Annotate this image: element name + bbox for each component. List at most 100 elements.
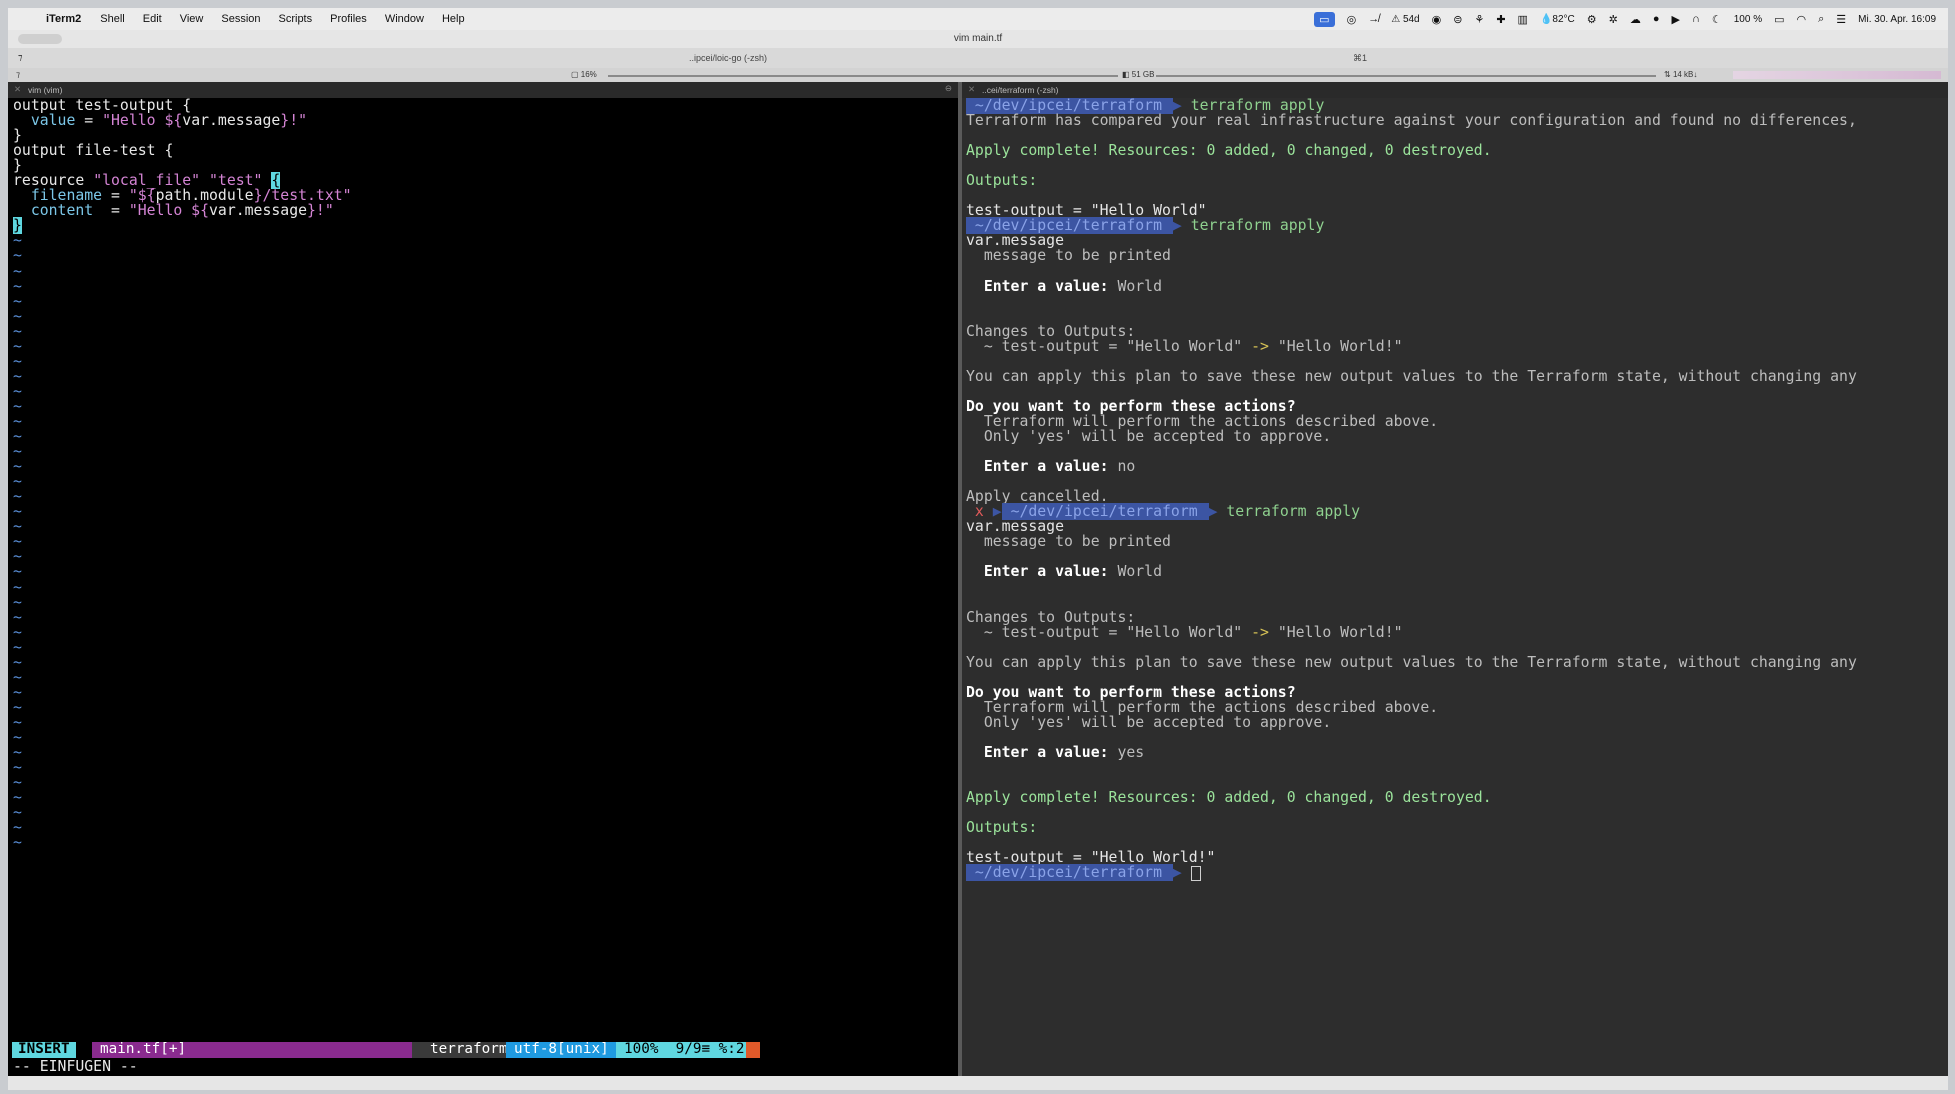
- input-value: no: [1117, 458, 1136, 476]
- status-gauges: ⁊ ▢ 16% ◧ 51 GB ⇅ 14 kB↓: [8, 68, 1948, 82]
- gear-alt-icon[interactable]: ⚙: [1587, 13, 1597, 26]
- empty-line-marker: ~: [13, 548, 22, 566]
- menu-item-window[interactable]: Window: [385, 13, 424, 25]
- code-line: filename = "${path.module}/test.txt": [8, 188, 958, 203]
- terminal-line: ~ test-output = "Hello World" -> "Hello …: [962, 339, 1948, 354]
- right-pane-header: ✕ ..cei/terraform (-zsh): [962, 82, 1948, 99]
- terminal-line: Terraform will perform the actions descr…: [962, 700, 1948, 715]
- terminal-line: Only 'yes' will be accepted to approve.: [962, 715, 1948, 730]
- empty-line-marker: ~: [13, 458, 22, 476]
- output-text: Outputs:: [966, 172, 1038, 190]
- input-label: Enter a value:: [966, 458, 1118, 476]
- output-text: Outputs:: [966, 819, 1038, 837]
- pane-menu-icon[interactable]: ⊖: [945, 83, 952, 94]
- wifi-icon[interactable]: ◠: [1797, 13, 1807, 26]
- spotify-icon[interactable]: ●: [1653, 13, 1660, 25]
- record-icon[interactable]: ◉: [1432, 13, 1442, 26]
- code-token: var.message: [182, 112, 281, 130]
- left-pane-header: ✕ vim (vim) ⊖: [8, 82, 958, 99]
- arrow-icon[interactable]: ↛: [1368, 13, 1379, 25]
- close-icon[interactable]: ✕: [968, 84, 975, 95]
- settings-icon[interactable]: ✲: [1609, 13, 1618, 26]
- empty-line-marker: ~: [13, 488, 22, 506]
- creative-cloud-icon[interactable]: ◎: [1347, 13, 1357, 26]
- empty-line-marker: ~: [13, 698, 22, 716]
- terminal-pane[interactable]: ~/dev/ipcei/terraform ▶ terraform apply T…: [962, 98, 1948, 1076]
- control-center-icon[interactable]: ☰: [1836, 13, 1846, 26]
- menu-item-scripts[interactable]: Scripts: [279, 13, 313, 25]
- menu-item-shell[interactable]: Shell: [100, 13, 124, 25]
- code-line: output file-test {: [8, 143, 958, 158]
- temperature-status[interactable]: 💧82°C: [1540, 14, 1575, 25]
- search-icon[interactable]: ⌕: [1818, 13, 1824, 26]
- battery-meter-icon[interactable]: ▥: [1518, 13, 1528, 26]
- empty-line-marker: ~: [13, 728, 22, 746]
- menu-item-help[interactable]: Help: [442, 13, 465, 25]
- vim-mode: INSERT: [12, 1041, 76, 1058]
- plus-icon[interactable]: ✚: [1496, 13, 1505, 26]
- battery-icon[interactable]: ▭: [1774, 13, 1784, 26]
- terminal-line: Terraform has compared your real infrast…: [962, 113, 1948, 128]
- battery-percent[interactable]: 100 %: [1734, 14, 1762, 25]
- menu-item-edit[interactable]: Edit: [143, 13, 162, 25]
- moon-icon[interactable]: ☾: [1712, 13, 1722, 26]
- empty-line-marker: ~: [13, 503, 22, 521]
- code-token: value: [13, 112, 76, 130]
- empty-line-marker: ~: [13, 759, 22, 777]
- change-text: "Hello World!": [1268, 623, 1403, 641]
- input-value: yes: [1117, 744, 1145, 762]
- play-icon[interactable]: ▶: [1672, 13, 1680, 26]
- empty-line-marker: ~: [13, 382, 22, 400]
- left-pane-title: vim (vim): [28, 85, 63, 95]
- code-line: }: [8, 128, 958, 143]
- input-value: World: [1117, 277, 1162, 295]
- empty-line-marker: ~: [13, 623, 22, 641]
- menu-item-profiles[interactable]: Profiles: [330, 13, 367, 25]
- code-token: =: [93, 202, 129, 220]
- prompt-path: ~/dev/ipcei/terraform: [966, 864, 1173, 882]
- cloud-icon[interactable]: ☁: [1630, 13, 1641, 26]
- terminal-line: Changes to Outputs:: [962, 610, 1948, 625]
- close-icon[interactable]: ✕: [14, 84, 21, 95]
- empty-line-marker: ~: [13, 774, 22, 792]
- empty-line-marker: ~: [13, 668, 22, 686]
- empty-line-marker: ~: [13, 638, 22, 656]
- code-line: resource "local_file" "test" {: [8, 172, 958, 190]
- headphones-icon[interactable]: ∩: [1692, 13, 1700, 25]
- menu-item-view[interactable]: View: [180, 13, 204, 25]
- menu-item-session[interactable]: Session: [221, 13, 260, 25]
- code-line: }: [8, 158, 958, 173]
- terminal-cursor[interactable]: [1190, 865, 1201, 881]
- terminal-line: x ▶ ~/dev/ipcei/terraform ▶ terraform ap…: [962, 503, 1948, 521]
- balloon-icon[interactable]: ⚘: [1474, 13, 1484, 26]
- terminal-line: Do you want to perform these actions?: [962, 399, 1948, 414]
- empty-line-marker: ~: [13, 683, 22, 701]
- terminal-line: Do you want to perform these actions?: [962, 685, 1948, 700]
- vim-pane[interactable]: output test-output { value = "Hello ${va…: [8, 98, 958, 1076]
- tab-title[interactable]: ..ipcei/loic-go (-zsh): [8, 53, 1448, 63]
- terminal-line: ~/dev/ipcei/terraform ▶ terraform apply: [962, 217, 1948, 235]
- clock[interactable]: Mi. 30. Apr. 16:09: [1858, 14, 1936, 25]
- output-text: Apply complete! Resources: 0 added, 0 ch…: [966, 789, 1492, 807]
- vim-position: 100% 9/9≡ %:2: [616, 1041, 753, 1058]
- code-line: value = "Hello ${var.message}!": [8, 113, 958, 128]
- vim-command-line: -- EINFUGEN --: [13, 1058, 138, 1075]
- menubar-status-area: ▭ ◎ ↛ ⚠ 54d ◉ ⊜ ⚘ ✚ ▥ 💧82°C ⚙ ✲ ☁ ● ▶ ∩ …: [1314, 8, 1936, 30]
- screen-share-icon[interactable]: ▭: [1314, 11, 1335, 27]
- vim-filename: main.tf[+]: [92, 1041, 418, 1058]
- circle-icon[interactable]: ⊜: [1453, 13, 1462, 26]
- empty-line-marker: ~: [13, 533, 22, 551]
- net-status[interactable]: ⚠ 54d: [1391, 14, 1419, 25]
- terminal-line: Apply complete! Resources: 0 added, 0 ch…: [962, 790, 1948, 805]
- empty-line-marker: ~: [13, 563, 22, 581]
- menu-app-name[interactable]: iTerm2: [46, 13, 81, 25]
